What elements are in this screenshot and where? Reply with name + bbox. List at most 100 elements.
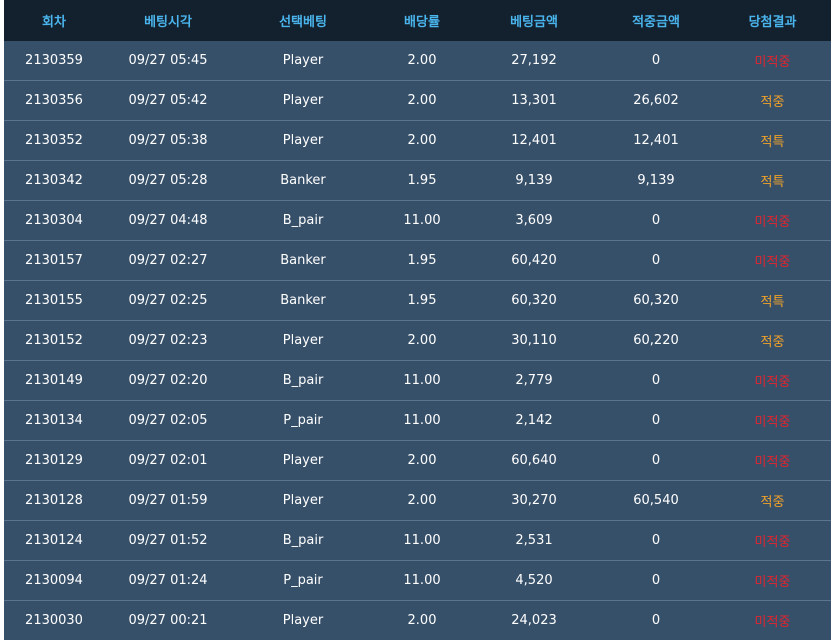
table-row: 2130124 09/27 01:52 B_pair 11.00 2,531 0 미적중 [4, 520, 831, 561]
bet-choice-cell: B_pair [232, 200, 374, 241]
result-cell: 미적중 [714, 200, 831, 241]
win-amount-cell: 12,401 [598, 120, 714, 161]
odds-cell: 11.00 [374, 400, 470, 441]
bet-choice-cell: Banker [232, 240, 374, 281]
odds-cell: 11.00 [374, 520, 470, 561]
bet-choice-cell: Banker [232, 160, 374, 201]
odds-cell: 2.00 [374, 480, 470, 521]
bet-time-cell: 09/27 05:38 [104, 120, 232, 161]
win-amount-cell: 60,320 [598, 280, 714, 321]
table-row: 2130155 09/27 02:25 Banker 1.95 60,320 60,320… [4, 280, 831, 321]
win-amount-cell: 60,220 [598, 320, 714, 361]
round-cell: 2130157 [4, 240, 104, 281]
win-amount-cell: 0 [598, 560, 714, 601]
odds-cell: 1.95 [374, 240, 470, 281]
odds-cell: 2.00 [374, 41, 470, 81]
result-cell: 미적중 [714, 440, 831, 481]
bet-amount-cell: 60,640 [470, 440, 598, 481]
win-amount-cell: 0 [598, 200, 714, 241]
round-cell: 2130149 [4, 360, 104, 401]
bet-amount-cell: 2,531 [470, 520, 598, 561]
bet-time-cell: 09/27 02:05 [104, 400, 232, 441]
round-cell: 2130155 [4, 280, 104, 321]
bet-amount-cell: 30,270 [470, 480, 598, 521]
win-amount-cell: 0 [598, 41, 714, 81]
odds-cell: 2.00 [374, 80, 470, 121]
bet-time-cell: 09/27 01:59 [104, 480, 232, 521]
result-cell: 미적중 [714, 41, 831, 81]
result-cell: 적특 [714, 160, 831, 201]
table-row: 2130152 09/27 02:23 Player 2.00 30,110 60,220… [4, 320, 831, 361]
odds-cell: 1.95 [374, 280, 470, 321]
odds-cell: 11.00 [374, 200, 470, 241]
win-amount-cell: 0 [598, 600, 714, 640]
bet-time-cell: 09/27 02:25 [104, 280, 232, 321]
result-cell: 적중 [714, 480, 831, 521]
result-cell: 미적중 [714, 400, 831, 441]
round-cell: 2130094 [4, 560, 104, 601]
bet-amount-cell: 9,139 [470, 160, 598, 201]
win-amount-cell: 0 [598, 240, 714, 281]
bet-choice-cell: B_pair [232, 520, 374, 561]
header-round: 회차 [4, 0, 104, 41]
bet-time-cell: 09/27 01:24 [104, 560, 232, 601]
round-cell: 2130124 [4, 520, 104, 561]
table-row: 2130134 09/27 02:05 P_pair 11.00 2,142 0 미적중 [4, 400, 831, 441]
bet-time-cell: 09/27 05:45 [104, 41, 232, 81]
bet-time-cell: 09/27 02:01 [104, 440, 232, 481]
table-row: 2130030 09/27 00:21 Player 2.00 24,023 0 미적중 [4, 600, 831, 640]
bet-amount-cell: 4,520 [470, 560, 598, 601]
bet-choice-cell: Banker [232, 280, 374, 321]
odds-cell: 2.00 [374, 600, 470, 640]
table-row: 2130094 09/27 01:24 P_pair 11.00 4,520 0 미적중 [4, 560, 831, 601]
win-amount-cell: 0 [598, 440, 714, 481]
win-amount-cell: 9,139 [598, 160, 714, 201]
bet-choice-cell: P_pair [232, 560, 374, 601]
result-cell: 미적중 [714, 600, 831, 640]
header-result: 당첨결과 [714, 0, 831, 41]
bet-choice-cell: Player [232, 320, 374, 361]
bet-amount-cell: 24,023 [470, 600, 598, 640]
win-amount-cell: 60,540 [598, 480, 714, 521]
table-row: 2130304 09/27 04:48 B_pair 11.00 3,609 0 미적중 [4, 200, 831, 241]
table-row: 2130352 09/27 05:38 Player 2.00 12,401 12,401… [4, 120, 831, 161]
win-amount-cell: 0 [598, 520, 714, 561]
odds-cell: 2.00 [374, 320, 470, 361]
table-row: 2130129 09/27 02:01 Player 2.00 60,640 0 미적중 [4, 440, 831, 481]
result-cell: 미적중 [714, 520, 831, 561]
table-row: 2130157 09/27 02:27 Banker 1.95 60,420 0 미적중 [4, 240, 831, 281]
result-cell: 적중 [714, 80, 831, 121]
header-win-amount: 적중금액 [598, 0, 714, 41]
table-row: 2130359 09/27 05:45 Player 2.00 27,192 0 미적중 [4, 41, 831, 81]
bet-choice-cell: Player [232, 600, 374, 640]
result-cell: 적중 [714, 320, 831, 361]
table-row: 2130128 09/27 01:59 Player 2.00 30,270 60,540… [4, 480, 831, 521]
bet-time-cell: 09/27 02:27 [104, 240, 232, 281]
bet-time-cell: 09/27 05:42 [104, 80, 232, 121]
bet-history-panel: 회차 베팅시각 선택베팅 배당률 베팅금액 적중금액 당첨결과 2130359 0… [4, 0, 831, 640]
round-cell: 2130352 [4, 120, 104, 161]
bet-amount-cell: 12,401 [470, 120, 598, 161]
bet-choice-cell: Player [232, 120, 374, 161]
bet-time-cell: 09/27 00:21 [104, 600, 232, 640]
header-bet-amount: 베팅금액 [470, 0, 598, 41]
round-cell: 2130304 [4, 200, 104, 241]
table-row: 2130149 09/27 02:20 B_pair 11.00 2,779 0 미적중 [4, 360, 831, 401]
result-cell: 적특 [714, 280, 831, 321]
round-cell: 2130030 [4, 600, 104, 640]
bet-amount-cell: 3,609 [470, 200, 598, 241]
bet-amount-cell: 27,192 [470, 41, 598, 81]
round-cell: 2130356 [4, 80, 104, 121]
result-cell: 미적중 [714, 360, 831, 401]
bet-choice-cell: Player [232, 41, 374, 81]
bet-amount-cell: 60,420 [470, 240, 598, 281]
bet-time-cell: 09/27 04:48 [104, 200, 232, 241]
win-amount-cell: 26,602 [598, 80, 714, 121]
round-cell: 2130342 [4, 160, 104, 201]
win-amount-cell: 0 [598, 360, 714, 401]
table-body: 2130359 09/27 05:45 Player 2.00 27,192 0 미적중 21… [4, 41, 831, 640]
header-bet-choice: 선택베팅 [232, 0, 374, 41]
bet-amount-cell: 30,110 [470, 320, 598, 361]
bet-amount-cell: 13,301 [470, 80, 598, 121]
win-amount-cell: 0 [598, 400, 714, 441]
